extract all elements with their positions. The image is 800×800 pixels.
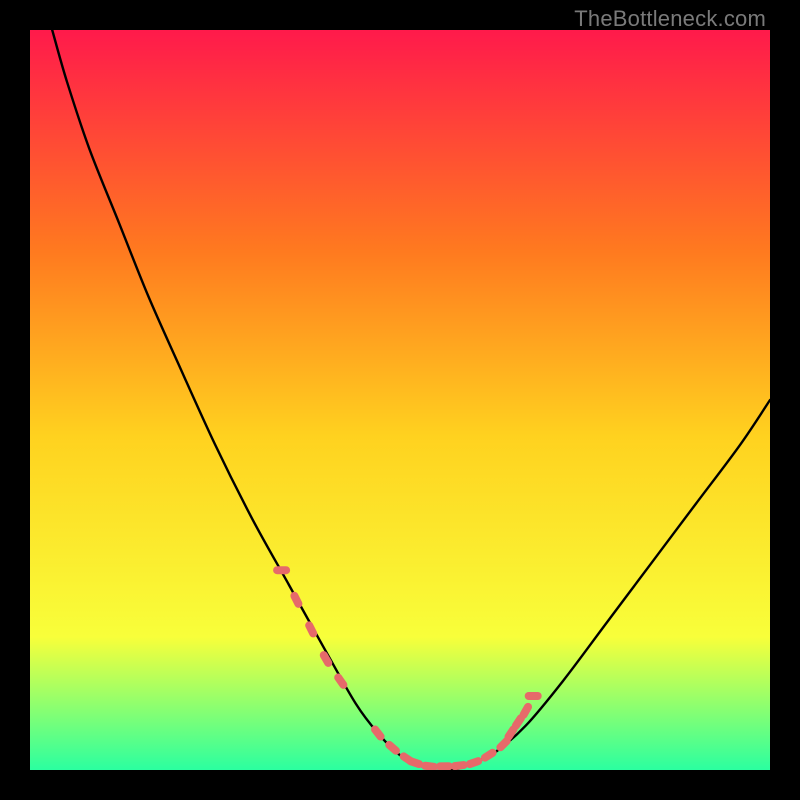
watermark-text: TheBottleneck.com	[574, 6, 766, 32]
chart-frame	[30, 30, 770, 770]
marker-tick	[436, 762, 453, 770]
marker-tick	[273, 566, 290, 574]
gradient-background	[30, 30, 770, 770]
plot-area	[30, 30, 770, 770]
marker-tick	[525, 692, 542, 700]
bottleneck-chart	[30, 30, 770, 770]
